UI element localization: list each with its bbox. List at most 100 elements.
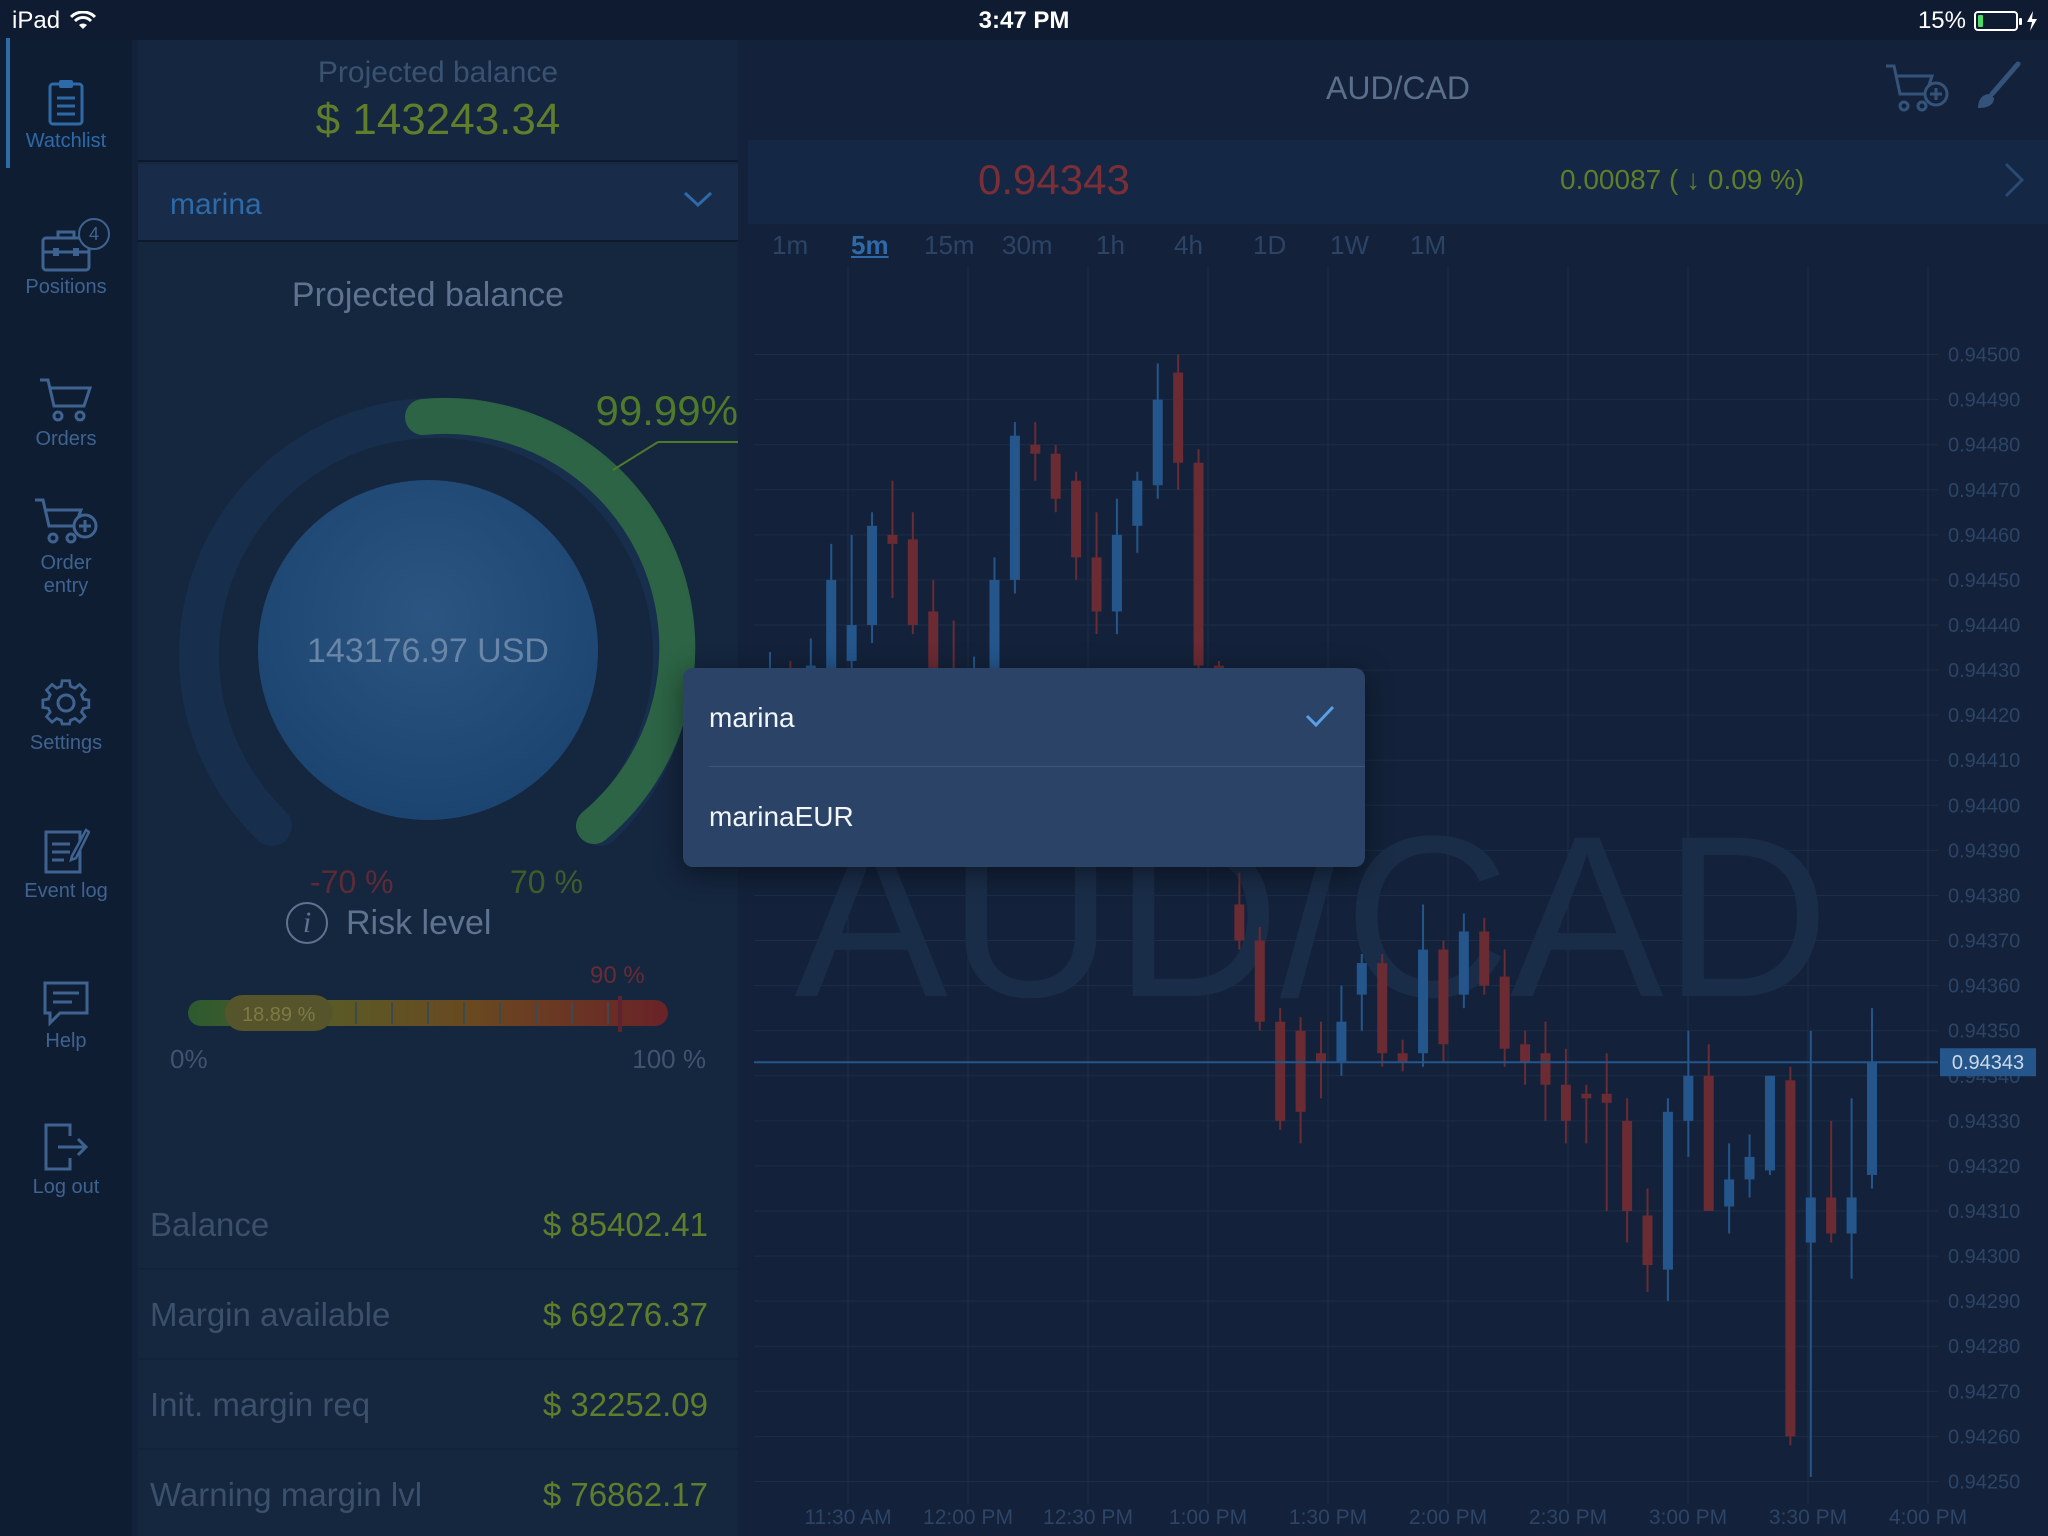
- candle-body: [1867, 1062, 1877, 1175]
- sidebar-item-label: Order entry: [40, 552, 92, 597]
- chat-icon: [43, 981, 89, 1026]
- gauge-min-label: -70 %: [310, 864, 394, 900]
- timeframe-selector: 1m 5m 15m 30m 1h 4h 1D 1W 1M: [748, 222, 2048, 266]
- candle-body: [1152, 399, 1163, 486]
- sidebar-item-log-out[interactable]: Log out: [0, 1122, 132, 1199]
- tab-1m[interactable]: 1m: [772, 230, 808, 261]
- candle-body: [1560, 1084, 1571, 1121]
- time-tick-label: 3:00 PM: [1649, 1506, 1727, 1529]
- candlestick-chart[interactable]: AUD/CAD 0.945000.944900.944800.944700.94…: [748, 266, 2048, 1536]
- candle-body: [907, 539, 918, 625]
- chevron-right-icon[interactable]: [2002, 160, 2026, 200]
- candle-body: [1356, 963, 1367, 995]
- candle-body: [1193, 462, 1204, 666]
- candle: [1009, 422, 1020, 594]
- time-tick-label: 1:00 PM: [1169, 1506, 1247, 1529]
- sidebar-item-label: Help: [45, 1030, 87, 1052]
- sidebar-item-watchlist[interactable]: Watchlist: [0, 38, 132, 168]
- candle: [1193, 449, 1204, 693]
- clipboard-icon: [48, 80, 84, 126]
- tab-1mo[interactable]: 1M: [1410, 230, 1446, 261]
- candle: [1805, 1030, 1816, 1477]
- sidebar-item-event-log[interactable]: Event log: [0, 826, 132, 903]
- candle: [1377, 954, 1388, 1067]
- clock: 3:47 PM: [978, 7, 1070, 34]
- logout-icon: [44, 1123, 89, 1171]
- tab-4h[interactable]: 4h: [1174, 230, 1203, 261]
- gauge-max-label: 70 %: [510, 864, 583, 900]
- candle: [1683, 1030, 1694, 1157]
- candle-body: [1132, 480, 1143, 526]
- quote-bar[interactable]: 0.94343 0.00087 ( ↓ 0.09 %): [748, 140, 2048, 224]
- price-tick-label: 0.94290: [1948, 1291, 2020, 1313]
- price-tick-label: 0.94250: [1948, 1471, 2020, 1493]
- status-bar: iPad 3:47 PM 15%: [0, 0, 2048, 40]
- candle-body: [1438, 949, 1449, 1045]
- time-tick-label: 2:30 PM: [1529, 1506, 1607, 1529]
- candle-body: [1316, 1053, 1326, 1063]
- candle-body: [1275, 1021, 1286, 1121]
- account-selector[interactable]: marina: [138, 164, 738, 242]
- projected-balance-label: Projected balance: [317, 56, 559, 89]
- stat-row-margin-available: Margin available $ 69276.37: [138, 1270, 738, 1360]
- battery-percent: 15%: [1917, 7, 1966, 34]
- stat-label: Warning margin lvl: [150, 1476, 423, 1513]
- stat-row-init-margin: Init. margin req $ 32252.09: [138, 1360, 738, 1450]
- candle-body: [1683, 1075, 1694, 1121]
- stat-row-warning-margin: Warning margin lvl $ 76862.17: [138, 1450, 738, 1536]
- candle-body: [1050, 453, 1061, 499]
- battery-fill: [1978, 15, 1984, 27]
- tab-30m[interactable]: 30m: [1002, 230, 1053, 261]
- time-tick-label: 3:30 PM: [1769, 1506, 1847, 1529]
- candle: [1438, 940, 1449, 1063]
- account-stats: Balance $ 85402.41 Margin available $ 69…: [138, 1180, 738, 1536]
- candle: [1152, 363, 1163, 499]
- balance-gauge: 143176.97 USD 99.99% -70 % 70 %: [179, 387, 738, 900]
- candle-body: [989, 579, 1000, 671]
- price-tick-label: 0.94370: [1948, 931, 2020, 953]
- time-tick-label: 12:30 PM: [1043, 1506, 1133, 1529]
- battery-icon: [1974, 11, 2022, 31]
- sidebar-item-positions[interactable]: 4 Positions: [0, 218, 132, 299]
- candle: [1622, 1098, 1633, 1243]
- candle-body: [1458, 931, 1469, 995]
- price-tick-label: 0.94390: [1948, 840, 2020, 862]
- cart-icon: [40, 378, 93, 422]
- price-tick-label: 0.94450: [1948, 570, 2020, 592]
- tab-5m[interactable]: 5m: [851, 230, 889, 261]
- price-tick-label: 0.94310: [1948, 1201, 2020, 1223]
- candle-body: [1499, 976, 1510, 1049]
- price-tick-label: 0.94430: [1948, 660, 2020, 682]
- candle-body: [1254, 940, 1265, 1022]
- tab-1w[interactable]: 1W: [1330, 230, 1369, 261]
- sidebar-item-order-entry[interactable]: Order entry: [0, 496, 132, 598]
- candle: [907, 512, 918, 635]
- candle: [1642, 1188, 1653, 1293]
- sidebar-item-settings[interactable]: Settings: [0, 678, 132, 755]
- selected-account-name: marina: [170, 188, 262, 221]
- price-tick-label: 0.94380: [1948, 885, 2020, 907]
- log-icon: [44, 828, 90, 874]
- sidebar-item-help[interactable]: Help: [0, 980, 132, 1053]
- sidebar-item-orders[interactable]: Orders: [0, 376, 132, 451]
- info-icon[interactable]: i: [286, 902, 328, 944]
- candle-body: [1418, 949, 1429, 1054]
- dropdown-item-marinaeur[interactable]: marinaEUR: [683, 767, 1365, 865]
- candle: [1030, 422, 1041, 481]
- tab-15m[interactable]: 15m: [924, 230, 975, 261]
- add-order-cart-icon[interactable]: [1884, 60, 1950, 116]
- candle-body: [1540, 1053, 1551, 1085]
- price-tick-label: 0.94280: [1948, 1336, 2020, 1358]
- positions-count-badge: 4: [78, 218, 110, 250]
- candle: [1744, 1134, 1755, 1198]
- brush-icon[interactable]: [1972, 60, 2022, 116]
- candle-body: [1234, 904, 1245, 941]
- candle-body: [846, 625, 857, 662]
- charging-icon: [2027, 11, 2037, 31]
- candle: [1826, 1120, 1837, 1243]
- tab-1h[interactable]: 1h: [1096, 230, 1125, 261]
- price-tick-label: 0.94400: [1948, 795, 2020, 817]
- candle: [1091, 512, 1102, 635]
- tab-1d[interactable]: 1D: [1253, 230, 1286, 261]
- dropdown-item-marina[interactable]: marina: [683, 668, 1365, 766]
